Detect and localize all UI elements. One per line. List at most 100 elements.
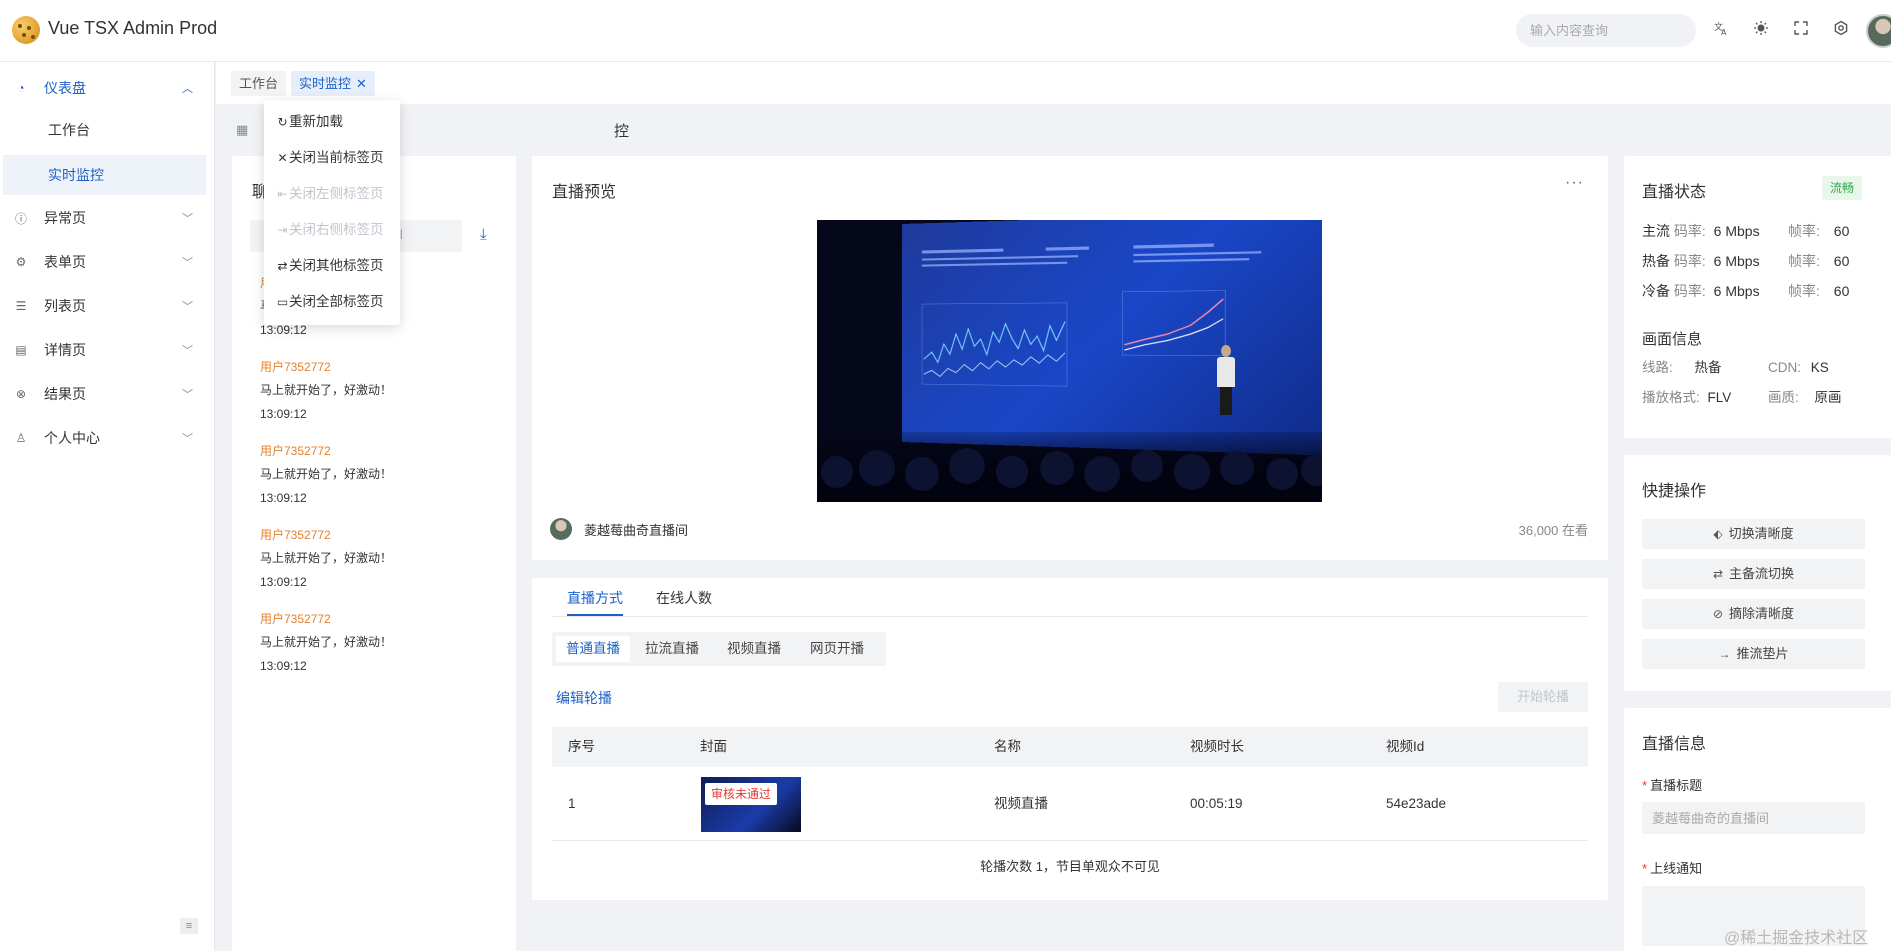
chevron-down-icon: ﹀ [182, 301, 193, 313]
segment-pull-stream[interactable]: 拉流直播 [635, 636, 709, 662]
list-item: 用户7352772 马上就开始了，好激动！ 13:09:12 [260, 356, 500, 426]
sidebar-item-detail[interactable]: ▤ 详情页 ﹀ [0, 328, 215, 372]
sidebar-item-workbench[interactable]: 工作台 [0, 110, 215, 150]
button-label: 摘除清晰度 [1729, 606, 1795, 621]
stream-name: 热备 [1642, 253, 1670, 269]
warning-icon: ⓘ [14, 211, 27, 226]
translate-icon[interactable]: 文A [1710, 20, 1732, 42]
segment-web-live[interactable]: 网页开播 [800, 636, 874, 662]
chevron-down-icon: ﹀ [182, 433, 193, 445]
close-left-icon: ⇤ [277, 187, 288, 201]
more-icon[interactable]: ··· [1565, 174, 1584, 192]
column-header: 视频Id [1386, 739, 1425, 754]
sidebar-item-label: 仪表盘 [44, 80, 86, 96]
user-icon: ♙ [15, 431, 27, 445]
table-row[interactable]: 1 审核未通过 视频直播 00:05:19 54e23ade [552, 767, 1588, 841]
chat-text: 马上就开始了，好激动！ [260, 551, 393, 565]
stream-row-cold: 冷备 码率: 6 Mbps [1642, 281, 1760, 301]
top-header: Vue TSX Admin Prod 文A [0, 0, 1891, 62]
video-presentation-screen [902, 220, 1322, 456]
sidebar-item-realtime-monitor[interactable]: 实时监控 [3, 155, 206, 195]
column-header: 视频时长 [1190, 739, 1244, 754]
push-slate-button[interactable]: → 推流垫片 [1642, 639, 1865, 669]
close-tab-icon[interactable]: ✕ [356, 76, 367, 91]
menu-item-close-all[interactable]: ▭关闭全部标签页 [276, 284, 384, 320]
segment-video-live[interactable]: 视频直播 [717, 636, 791, 662]
chevron-down-icon: ﹀ [182, 257, 193, 269]
required-mark: * [1642, 861, 1648, 876]
tabs-divider [552, 616, 1588, 617]
table-header: 序号 封面 名称 视频时长 视频Id [552, 727, 1588, 767]
sidebar-item-list[interactable]: ☰ 列表页 ﹀ [0, 284, 215, 328]
chevron-down-icon: ﹀ [182, 345, 193, 357]
sidebar-item-form[interactable]: ⚙ 表单页 ﹀ [0, 240, 215, 284]
screen-stock-chart [922, 303, 1067, 387]
fps-cold: 帧率: 60 [1788, 281, 1849, 301]
remove-quality-button[interactable]: ⊘ 摘除清晰度 [1642, 599, 1865, 629]
live-status-card: 直播状态 流畅 主流 码率: 6 Mbps 帧率: 60 热备 码率: 6 Mb… [1624, 156, 1891, 438]
review-rejected-badge: 审核未通过 [705, 783, 778, 805]
list-item: 用户7352772 马上就开始了，好激动！ 13:09:12 [260, 608, 500, 678]
tab-realtime-monitor[interactable]: 实时监控 ✕ [291, 71, 375, 96]
start-carousel-button: 开始轮播 [1498, 682, 1588, 712]
grid-icon[interactable]: ▦ [236, 122, 248, 138]
fps-value: 60 [1833, 253, 1850, 269]
bitrate-label: 码率: [1673, 253, 1706, 269]
bitrate-label: 码率: [1673, 223, 1706, 239]
bitrate-value: 6 Mbps [1713, 253, 1760, 269]
menu-item-close-current[interactable]: ✕关闭当前标签页 [276, 140, 383, 176]
notice-label: * 上线通知 [1642, 858, 1702, 877]
tab-workbench[interactable]: 工作台 [231, 71, 287, 96]
chevron-down-icon: ﹀ [182, 389, 193, 401]
watermark: @稀土掘金技术社区 [1724, 930, 1869, 947]
edit-carousel-link[interactable]: 编辑轮播 [556, 688, 612, 708]
column-header: 序号 [568, 739, 595, 754]
cover-thumbnail[interactable]: 审核未通过 [701, 777, 801, 832]
menu-item-reload[interactable]: ↻重新加载 [276, 104, 343, 140]
tab-online-users[interactable]: 在线人数 [656, 588, 712, 608]
presenter-body [1217, 357, 1235, 387]
sidebar-item-label: 异常页 [44, 210, 86, 226]
download-icon[interactable]: ⤓ [480, 226, 487, 243]
chat-user: 用户7352772 [260, 444, 331, 458]
tag-icon: ⬖ [1713, 527, 1723, 541]
sidebar-item-result[interactable]: ⊗ 结果页 ﹀ [0, 372, 215, 416]
theme-icon[interactable] [1750, 20, 1772, 42]
close-icon: ✕ [277, 151, 288, 165]
result-icon: ⊗ [15, 387, 27, 401]
fps-main: 帧率: 60 [1788, 221, 1849, 241]
sidebar-item-dashboard[interactable]: ◔ 仪表盘 ︿ [0, 66, 215, 110]
cookie-logo-icon[interactable] [12, 16, 40, 44]
button-label: 切换清晰度 [1728, 526, 1794, 541]
status-title: 直播状态 [1642, 184, 1707, 201]
list-item: 用户7352772 马上就开始了，好激动！ 13:09:12 [260, 524, 500, 594]
sidebar-item-exception[interactable]: ⓘ 异常页 ﹀ [0, 196, 215, 240]
video-player[interactable] [817, 220, 1322, 502]
switch-stream-button[interactable]: ⇄ 主备流切换 [1642, 559, 1865, 589]
fps-hot: 帧率: 60 [1788, 251, 1849, 271]
dashboard-icon: ◔ [17, 81, 25, 95]
live-preview-card: 直播预览 ··· 菱越莓曲奇直播间 36,000 在看 [532, 156, 1608, 560]
required-mark: * [1642, 778, 1648, 793]
settings-icon[interactable] [1830, 20, 1852, 42]
tab-live-method[interactable]: 直播方式 [567, 588, 623, 608]
form-icon: ⚙ [15, 255, 27, 269]
tab-label: 实时监控 [299, 76, 352, 91]
app-title: Vue TSX Admin Prod [48, 18, 218, 38]
user-avatar[interactable] [1866, 14, 1891, 48]
chat-time: 13:09:12 [260, 491, 307, 505]
tab-context-menu: ↻重新加载 ✕关闭当前标签页 ⇤关闭左侧标签页 ⇥关闭右侧标签页 ⇄关闭其他标签… [264, 100, 400, 325]
search-input[interactable] [1516, 14, 1696, 47]
cdn-value: KS [1810, 360, 1829, 375]
menu-item-close-others[interactable]: ⇄关闭其他标签页 [276, 248, 383, 284]
sidebar-item-profile[interactable]: ♙ 个人中心 ﹀ [0, 416, 215, 460]
fullscreen-icon[interactable] [1790, 20, 1812, 42]
format-value: FLV [1707, 390, 1732, 405]
line-value: 热备 [1694, 360, 1722, 375]
collapse-sidebar-icon[interactable]: ≡ [180, 918, 198, 934]
switch-quality-button[interactable]: ⬖ 切换清晰度 [1642, 519, 1865, 549]
segment-normal-live[interactable]: 普通直播 [556, 636, 630, 662]
host-avatar[interactable] [550, 518, 572, 540]
live-title-input[interactable] [1642, 802, 1865, 834]
cdn-label: CDN: [1768, 360, 1801, 375]
